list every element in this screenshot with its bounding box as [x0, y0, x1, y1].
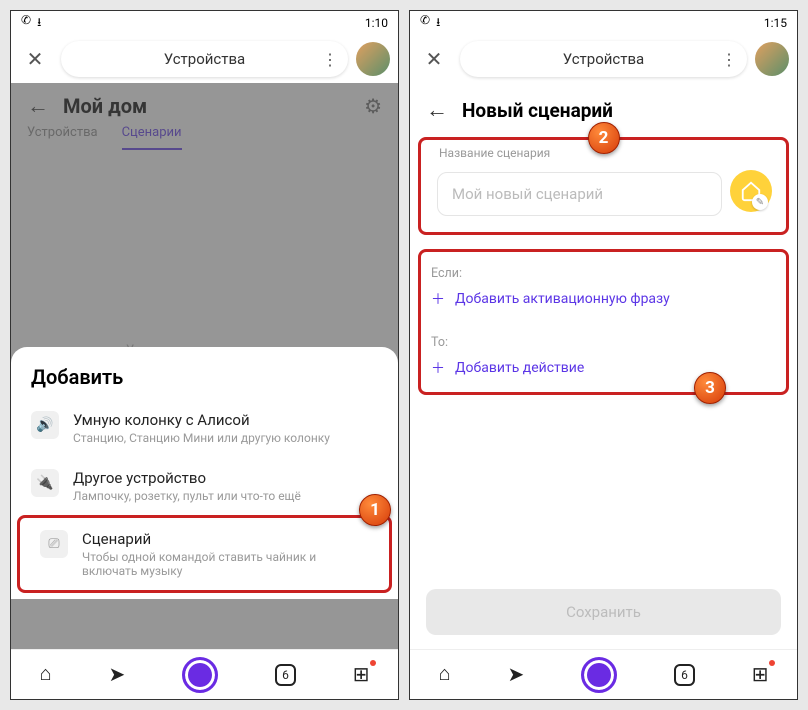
plus-icon: ＋	[431, 289, 445, 309]
if-label: Если:	[431, 266, 776, 281]
topbar: ✕ Устройства ⋮	[11, 35, 398, 83]
sheet-item-title: Умную колонку с Алисой	[73, 411, 378, 429]
add-phrase-button[interactable]: ＋ Добавить активационную фразу	[431, 289, 776, 309]
phone-right: ✆ ⭳ 1:15 ✕ Устройства ⋮ ← Новый сценарий…	[409, 10, 798, 700]
whatsapp-icon: ✆	[21, 13, 31, 34]
scenario-icon: ⎚	[40, 530, 68, 558]
scenario-name-input[interactable]: Мой новый сценарий	[437, 172, 722, 216]
content-right: ← Новый сценарий Название сценария Мой н…	[410, 83, 797, 649]
send-icon[interactable]: ➤	[108, 662, 125, 687]
status-time: 1:10	[365, 16, 388, 30]
status-bar: ✆ ⭳ 1:10	[11, 11, 398, 35]
annotation-badge-1: 1	[359, 494, 391, 526]
home-icon[interactable]: ⌂	[39, 663, 51, 686]
add-action-label: Добавить действие	[455, 360, 584, 376]
more-icon[interactable]: ⋮	[721, 50, 735, 69]
apps-icon[interactable]: ⊞	[752, 662, 769, 687]
download-icon: ⭳	[436, 13, 440, 34]
topbar-title-text: Устройства	[563, 50, 644, 68]
apps-icon[interactable]: ⊞	[353, 662, 370, 687]
more-icon[interactable]: ⋮	[322, 50, 336, 69]
add-sheet: Добавить 🔊 Умную колонку с Алисой Станци…	[11, 347, 398, 599]
alice-icon[interactable]	[581, 657, 617, 693]
whatsapp-icon: ✆	[420, 13, 430, 34]
sheet-item-title: Сценарий	[82, 530, 369, 548]
close-icon[interactable]: ✕	[416, 47, 452, 71]
sheet-title: Добавить	[11, 365, 398, 399]
topbar-title[interactable]: Устройства ⋮	[460, 41, 747, 77]
sheet-item-device[interactable]: 🔌 Другое устройство Лампочку, розетку, п…	[11, 457, 398, 515]
content-left: ← Мой дом ⚙ Устройства Сценарии У вас по…	[11, 83, 398, 649]
add-action-button[interactable]: ＋ Добавить действие	[431, 358, 776, 378]
edit-icon[interactable]: ✎	[752, 194, 768, 210]
then-label: То:	[431, 335, 776, 350]
status-bar: ✆ ⭳ 1:15	[410, 11, 797, 35]
save-button[interactable]: Сохранить	[426, 589, 781, 635]
add-phrase-label: Добавить активационную фразу	[455, 291, 670, 307]
page-title: Новый сценарий	[462, 99, 613, 122]
speaker-icon: 🔊	[31, 411, 59, 439]
sheet-item-scenario[interactable]: ⎚ Сценарий Чтобы одной командой ставить …	[17, 515, 392, 593]
topbar-title-text: Устройства	[164, 50, 245, 68]
scenario-icon-button[interactable]: ✎	[730, 170, 772, 212]
back-icon[interactable]: ←	[426, 97, 448, 123]
annotation-badge-3: 3	[694, 372, 726, 404]
annotation-badge-2: 2	[588, 122, 620, 154]
plug-icon: 🔌	[31, 469, 59, 497]
download-icon: ⭳	[37, 13, 41, 34]
tabs-count-icon[interactable]: 6	[275, 664, 296, 686]
sheet-item-speaker[interactable]: 🔊 Умную колонку с Алисой Станцию, Станци…	[11, 399, 398, 457]
phone-left: ✆ ⭳ 1:10 ✕ Устройства ⋮ ← Мой дом ⚙ Устр…	[10, 10, 399, 700]
status-time: 1:15	[764, 16, 787, 30]
avatar[interactable]	[356, 42, 390, 76]
tabs-count-icon[interactable]: 6	[674, 664, 695, 686]
avatar[interactable]	[755, 42, 789, 76]
sheet-item-sub: Чтобы одной командой ставить чайник и вк…	[82, 550, 369, 578]
plus-icon: ＋	[431, 358, 445, 378]
topbar-title[interactable]: Устройства ⋮	[61, 41, 348, 77]
bottom-nav: ⌂ ➤ 6 ⊞	[11, 649, 398, 699]
alice-icon[interactable]	[182, 657, 218, 693]
sheet-item-title: Другое устройство	[73, 469, 378, 487]
sheet-item-sub: Станцию, Станцию Мини или другую колонку	[73, 431, 378, 445]
topbar: ✕ Устройства ⋮	[410, 35, 797, 83]
sheet-item-sub: Лампочку, розетку, пульт или что-то ещё	[73, 489, 378, 503]
home-icon[interactable]: ⌂	[438, 663, 450, 686]
close-icon[interactable]: ✕	[17, 47, 53, 71]
bottom-nav: ⌂ ➤ 6 ⊞	[410, 649, 797, 699]
send-icon[interactable]: ➤	[507, 662, 524, 687]
